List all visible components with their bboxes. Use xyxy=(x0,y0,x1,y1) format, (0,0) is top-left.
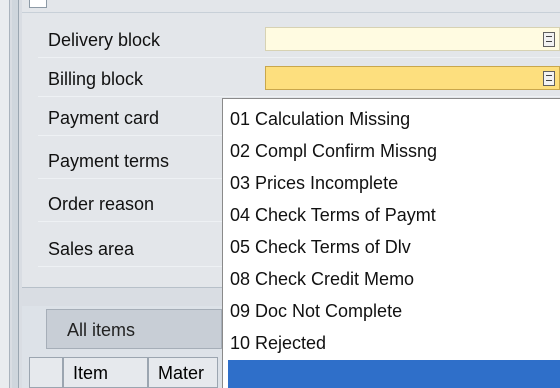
items-grid-header: Item Mater xyxy=(29,357,218,388)
field-label: Payment card xyxy=(48,108,160,128)
dropdown-option[interactable]: 04 Check Terms of Paymt xyxy=(230,200,436,231)
field-label: Order reason xyxy=(48,194,155,214)
dropdown-option[interactable]: 08 Check Credit Memo xyxy=(230,264,414,295)
dropdown-option[interactable]: 02 Compl Confirm Missng xyxy=(230,136,437,167)
dropdown-option-highlighted[interactable] xyxy=(228,360,560,388)
field-label: Billing block xyxy=(48,69,144,89)
field-row-billing-block: Billing block xyxy=(38,62,560,97)
billing-block-input[interactable] xyxy=(265,66,560,90)
billing-block-dropdown: 01 Calculation Missing 02 Compl Confirm … xyxy=(222,98,560,388)
field-label: Delivery block xyxy=(48,30,161,50)
field-label: Sales area xyxy=(48,239,135,259)
left-window-border xyxy=(0,0,10,388)
field-row-delivery-block: Delivery block xyxy=(38,23,560,58)
field-label: Payment terms xyxy=(48,151,170,171)
dropdown-option[interactable]: 10 Rejected xyxy=(230,328,326,359)
value-help-icon[interactable] xyxy=(543,32,555,47)
value-help-icon[interactable] xyxy=(543,71,555,86)
dropdown-option[interactable]: 09 Doc Not Complete xyxy=(230,296,402,327)
header-checkbox[interactable] xyxy=(29,0,47,8)
delivery-block-input[interactable] xyxy=(265,27,560,51)
header-top-edge xyxy=(22,0,560,13)
dropdown-option[interactable]: 01 Calculation Missing xyxy=(230,104,410,135)
left-scroll-rail xyxy=(12,0,19,388)
dropdown-option[interactable]: 05 Check Terms of Dlv xyxy=(230,232,411,263)
dropdown-option[interactable]: 03 Prices Incomplete xyxy=(230,168,398,199)
column-header-item[interactable]: Item xyxy=(63,357,148,388)
tab-all-items[interactable]: All items xyxy=(46,309,222,349)
column-header-material[interactable]: Mater xyxy=(148,357,218,388)
row-selector-header[interactable] xyxy=(29,357,63,388)
